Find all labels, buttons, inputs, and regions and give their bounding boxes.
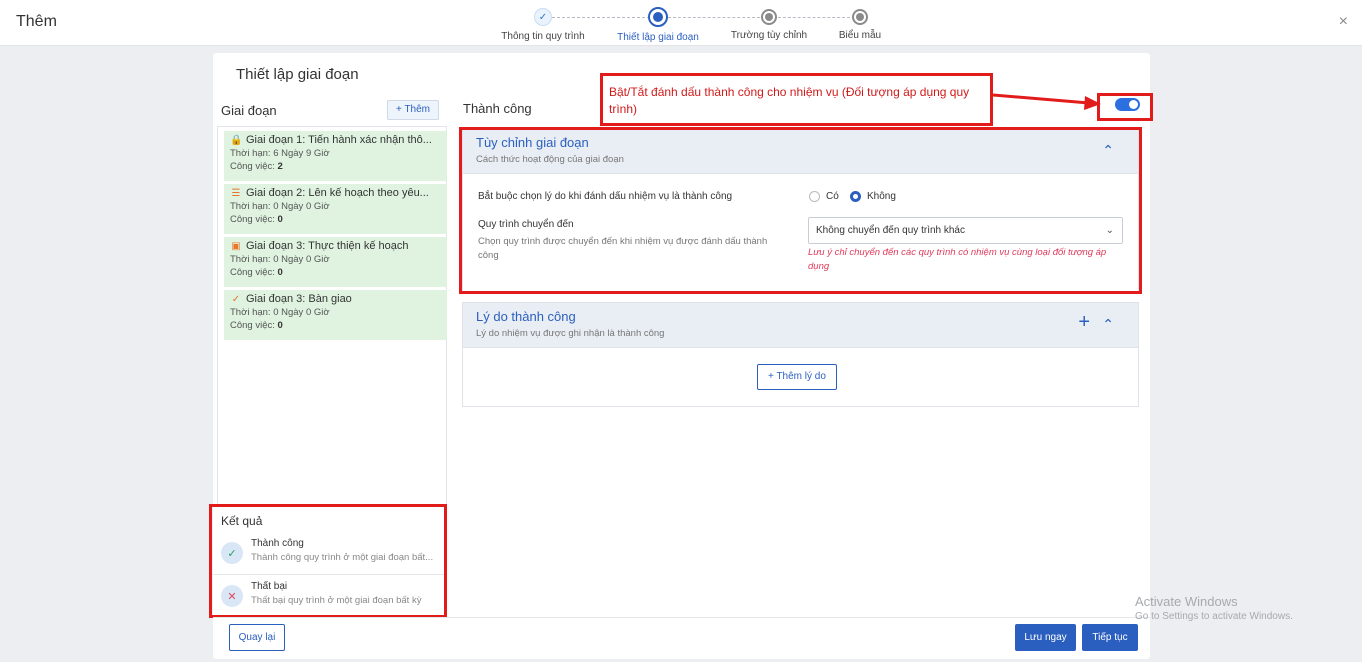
section-title: Lý do thành công: [476, 309, 576, 324]
add-reason-button[interactable]: + Thêm lý do: [757, 364, 837, 390]
duration-label: Thời hạn:: [230, 201, 271, 212]
watermark-subtitle: Go to Settings to activate Windows.: [1135, 611, 1293, 622]
section-subtitle: Lý do nhiệm vụ được ghi nhận là thành cô…: [476, 328, 665, 339]
highlight-results: [209, 504, 447, 618]
duration-label: Thời hạn:: [230, 254, 271, 265]
step-label: Trường tùy chỉnh: [730, 30, 808, 41]
duration-label: Thời hạn:: [230, 148, 271, 159]
duration-value: 0 Ngày 0 Giờ: [273, 254, 330, 265]
stage-item[interactable]: ✓ Giai đoạn 3: Bàn giao Thời hạn: 0 Ngày …: [224, 290, 447, 340]
success-reasons-section: Lý do thành công Lý do nhiệm vụ được ghi…: [462, 302, 1139, 407]
stage-item[interactable]: ☰ Giai đoạn 2: Lên kế hoạch theo yêu... T…: [224, 184, 447, 234]
step-label: Thông tin quy trình: [501, 31, 585, 42]
stage-title: Giai đoạn 3: Thực thiện kế hoạch: [246, 240, 409, 252]
tasks-count: 0: [277, 267, 283, 278]
watermark-title: Activate Windows: [1135, 594, 1238, 609]
stages-header: Giai đoạn + Thêm: [217, 100, 445, 128]
step-process-info[interactable]: ✓ Thông tin quy trình: [496, 6, 590, 42]
step-forms[interactable]: Biểu mẫu: [828, 6, 892, 41]
highlight-customize: [459, 127, 1142, 294]
footer-divider: [213, 617, 1150, 618]
tasks-count: 0: [277, 214, 283, 225]
tasks-label: Công việc:: [230, 214, 275, 225]
tasks-label: Công việc:: [230, 161, 275, 172]
add-stage-button[interactable]: + Thêm: [387, 100, 439, 120]
duration-label: Thời hạn:: [230, 307, 271, 318]
stage-item[interactable]: ▣ Giai đoạn 3: Thực thiện kế hoạch Thời h…: [224, 237, 447, 287]
chevron-up-icon[interactable]: ⌃: [1102, 316, 1114, 333]
step-stage-setup[interactable]: Thiết lập giai đoạn: [608, 6, 708, 43]
top-bar: Thêm ✓ Thông tin quy trình Thiết lập gia…: [0, 0, 1362, 46]
arrow-icon: [993, 93, 1101, 110]
list-icon: ☰: [231, 187, 241, 199]
stepper: ✓ Thông tin quy trình Thiết lập giai đoạ…: [0, 6, 1362, 46]
stage-setup-card: Thiết lập giai đoạn Giai đoạn + Thêm 🔒 Gi…: [209, 53, 1153, 659]
stage-title: Giai đoạn 1: Tiến hành xác nhận thô...: [246, 134, 432, 146]
pending-step-icon: [852, 9, 868, 25]
tasks-count: 2: [277, 161, 283, 172]
tasks-label: Công việc:: [230, 320, 275, 331]
annotation-callout: Bật/Tắt đánh dấu thành công cho nhiệm vụ…: [600, 73, 993, 126]
check-icon: ✓: [534, 8, 552, 26]
button-label: Thêm lý do: [776, 371, 826, 382]
duration-value: 0 Ngày 0 Giờ: [273, 307, 330, 318]
step-custom-fields[interactable]: Trường tùy chỉnh: [724, 6, 814, 41]
tasks-count: 0: [277, 320, 283, 331]
step-label: Thiết lập giai đoạn: [617, 32, 699, 43]
calendar-icon: ▣: [231, 240, 241, 252]
next-button[interactable]: Tiếp tục: [1082, 624, 1138, 651]
detail-heading: Thành công: [463, 101, 532, 116]
step-label: Biểu mẫu: [838, 30, 882, 41]
tasks-label: Công việc:: [230, 267, 275, 278]
plus-icon[interactable]: +: [1078, 311, 1090, 334]
save-button[interactable]: Lưu ngay: [1015, 624, 1076, 651]
success-toggle[interactable]: [1115, 98, 1140, 111]
pending-step-icon: [761, 9, 777, 25]
check-icon: ✓: [231, 293, 241, 305]
stage-title: Giai đoạn 3: Bàn giao: [246, 293, 352, 305]
stage-item[interactable]: 🔒 Giai đoạn 1: Tiến hành xác nhận thô... …: [224, 131, 447, 181]
back-button[interactable]: Quay lại: [229, 624, 285, 651]
page-title: Thiết lập giai đoạn: [236, 66, 359, 83]
lock-icon: 🔒: [230, 134, 243, 146]
duration-value: 0 Ngày 0 Giờ: [273, 201, 330, 212]
close-icon[interactable]: ×: [1339, 14, 1348, 30]
windows-watermark: Activate Windows Go to Settings to activ…: [1135, 594, 1293, 622]
stages-heading: Giai đoạn: [221, 103, 277, 118]
stage-title: Giai đoạn 2: Lên kế hoạch theo yêu...: [246, 187, 429, 199]
duration-value: 6 Ngày 9 Giờ: [273, 148, 330, 159]
active-step-icon: [648, 7, 668, 27]
section-header[interactable]: Lý do thành công Lý do nhiệm vụ được ghi…: [463, 303, 1138, 348]
